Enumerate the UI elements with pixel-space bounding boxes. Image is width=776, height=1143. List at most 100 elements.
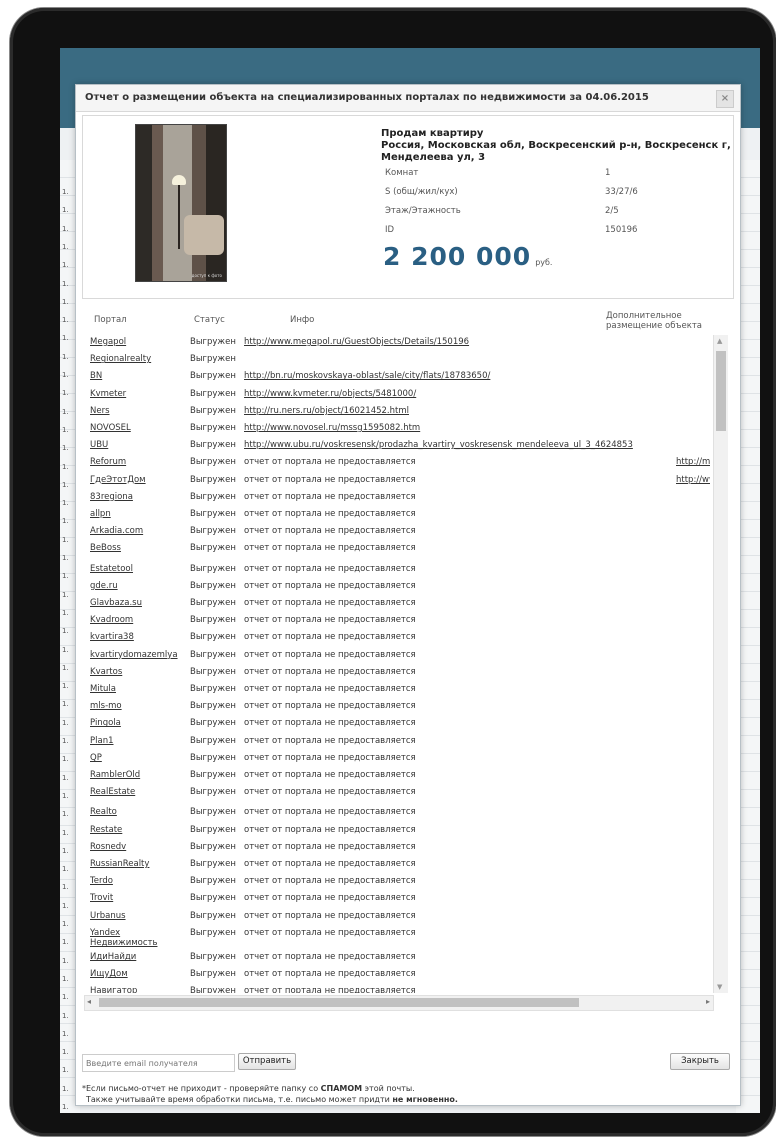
horizontal-scroll-thumb[interactable] [99, 998, 579, 1007]
scroll-down-icon[interactable]: ▼ [717, 983, 722, 991]
portal-link[interactable]: Estatetool [90, 564, 133, 574]
portal-link[interactable]: QP [90, 753, 102, 763]
horizontal-scrollbar[interactable]: ◂ ▸ [84, 995, 714, 1011]
scroll-right-icon[interactable]: ▸ [706, 997, 710, 1006]
portal-link[interactable]: Restate [90, 825, 122, 835]
background-row-label: 1. [62, 846, 69, 855]
info-text: отчет от портала не предоставляется [244, 649, 416, 660]
close-button[interactable]: Закрыть [670, 1053, 730, 1070]
background-row-label: 1. [62, 718, 69, 727]
tablet-frame: Отчет о размещении объекта на специализи… [10, 8, 776, 1136]
table-row: BN Выгружен http://bn.ru/moskovskaya-oblas… [90, 371, 710, 388]
extra-link[interactable]: http://ww [676, 475, 710, 485]
background-row-label: 1. [62, 480, 69, 489]
send-button[interactable]: Отправить [238, 1053, 296, 1070]
info-text: отчет от портала не предоставляется [244, 718, 416, 729]
portal-link[interactable]: NOVOSEL [90, 423, 131, 433]
portal-link[interactable]: ИдиНайди [90, 952, 136, 962]
scroll-thumb[interactable] [716, 351, 726, 431]
portal-link[interactable]: UBU [90, 440, 108, 450]
info-text: отчет от портала не предоставляется [244, 526, 416, 537]
property-photo[interactable]: доступ к фото [135, 124, 227, 282]
portal-link[interactable]: Навигатор [90, 986, 137, 993]
portal-link[interactable]: 83regiona [90, 492, 133, 502]
portal-link[interactable]: Reforum [90, 457, 126, 467]
portal-link[interactable]: Regionalrealty [90, 354, 151, 364]
info-link[interactable]: http://www.megapol.ru/GuestObjects/Detai… [244, 337, 469, 347]
portal-link[interactable]: Plan1 [90, 736, 114, 746]
portal-link[interactable]: RealEstate [90, 787, 135, 797]
portal-link[interactable]: Glavbaza.su [90, 598, 142, 608]
info-text: отчет от портала не предоставляется [244, 457, 416, 468]
portal-link[interactable]: kvartirydomazemlya [90, 650, 178, 660]
property-heading: Продам квартиру [381, 128, 484, 139]
property-address: Россия, Московская обл, Воскресенский р-… [381, 140, 731, 163]
background-row-label: 1. [62, 974, 69, 983]
portal-link[interactable]: Megapol [90, 337, 126, 347]
background-row-label: 1. [62, 755, 69, 764]
column-info: Инфо [290, 315, 315, 325]
portal-link[interactable]: allpn [90, 509, 111, 519]
portal-link[interactable]: Kvartos [90, 667, 122, 677]
portal-link[interactable]: BN [90, 371, 102, 381]
portal-link[interactable]: Rosnedv [90, 842, 126, 852]
portal-link[interactable]: Mitula [90, 684, 116, 694]
portal-link[interactable]: mls-mo [90, 701, 122, 711]
table-row: Trovit Выгружен отчет от портала не предос… [90, 893, 710, 910]
portal-link[interactable]: kvartira38 [90, 632, 134, 642]
background-row-label: 1. [62, 499, 69, 508]
info-link[interactable]: http://www.novosel.ru/mssg1595082.htm [244, 423, 420, 433]
background-row-label: 1. [62, 279, 69, 288]
vertical-scrollbar[interactable]: ▲ ▼ [713, 335, 728, 993]
status-text: Выгружен [190, 841, 236, 852]
info-text: отчет от портала не предоставляется [244, 509, 416, 519]
portal-link[interactable]: gde.ru [90, 581, 118, 591]
portal-link[interactable]: ИщуДом [90, 969, 128, 979]
portal-link[interactable]: Realto [90, 807, 117, 817]
portal-link[interactable]: Kvadroom [90, 615, 133, 625]
scroll-up-icon[interactable]: ▲ [717, 337, 722, 345]
table-row: RussianRealty Выгружен отчет от портала не… [90, 859, 710, 876]
portal-link[interactable]: Arkadia.com [90, 526, 143, 536]
background-row-label: 1. [62, 865, 69, 874]
background-row-label: 1. [62, 1011, 69, 1020]
portal-link[interactable]: RamblerOld [90, 770, 140, 780]
info-text: отчет от портала не предоставляется [244, 598, 416, 608]
background-row-label: 1. [62, 663, 69, 672]
background-row-label: 1. [62, 224, 69, 233]
info-link[interactable]: http://ru.ners.ru/object/16021452.html [244, 406, 409, 416]
info-link[interactable]: http://bn.ru/moskovskaya-oblast/sale/cit… [244, 371, 490, 381]
portal-link[interactable]: ГдеЭтотДом [90, 475, 146, 485]
info-text: отчет от портала не предоставляется [244, 632, 416, 643]
scroll-left-icon[interactable]: ◂ [87, 997, 91, 1006]
portal-link[interactable]: RussianRealty [90, 859, 149, 869]
close-icon[interactable]: × [716, 90, 734, 108]
status-text: Выгружен [190, 405, 236, 416]
background-row-label: 1. [62, 371, 69, 379]
info-text: отчет от портала не предоставляется [244, 876, 416, 887]
table-row: Glavbaza.su Выгружен отчет от портала не п… [90, 598, 710, 615]
portal-link[interactable]: Ners [90, 406, 110, 416]
portal-link[interactable]: Pingola [90, 718, 121, 728]
spam-note: *Если письмо-отчет не приходит - проверя… [82, 1083, 458, 1105]
status-text: Выгружен [190, 563, 236, 574]
portal-link[interactable]: Trovit [90, 893, 113, 903]
background-row-label: 1. [62, 993, 69, 1002]
info-link[interactable]: http://www.kvmeter.ru/objects/5481000/ [244, 389, 416, 399]
table-row: Kvmeter Выгружен http://www.kvmeter.ru/obj… [90, 389, 710, 406]
table-row: ГдеЭтотДом Выгружен отчет от портала не пр… [90, 475, 710, 492]
portal-link[interactable]: Terdo [90, 876, 113, 886]
portal-link[interactable]: Yandex Недвижимость [90, 928, 160, 948]
table-row: Rosnedv Выгружен отчет от портала не предо… [90, 842, 710, 859]
spec-value: 2/5 [605, 206, 619, 216]
info-link[interactable]: http://www.ubu.ru/voskresensk/prodazha_k… [244, 440, 633, 450]
portal-link[interactable]: Urbanus [90, 911, 126, 921]
email-input[interactable] [82, 1054, 235, 1072]
background-row-label: 1. [62, 737, 69, 745]
portal-link[interactable]: BeBoss [90, 543, 121, 553]
background-row-label: 1. [62, 316, 69, 325]
extra-link[interactable]: http://ms [676, 457, 710, 467]
table-row: UBU Выгружен http://www.ubu.ru/voskresensk… [90, 440, 710, 457]
portal-link[interactable]: Kvmeter [90, 389, 126, 399]
status-text: Выгружен [190, 388, 236, 399]
